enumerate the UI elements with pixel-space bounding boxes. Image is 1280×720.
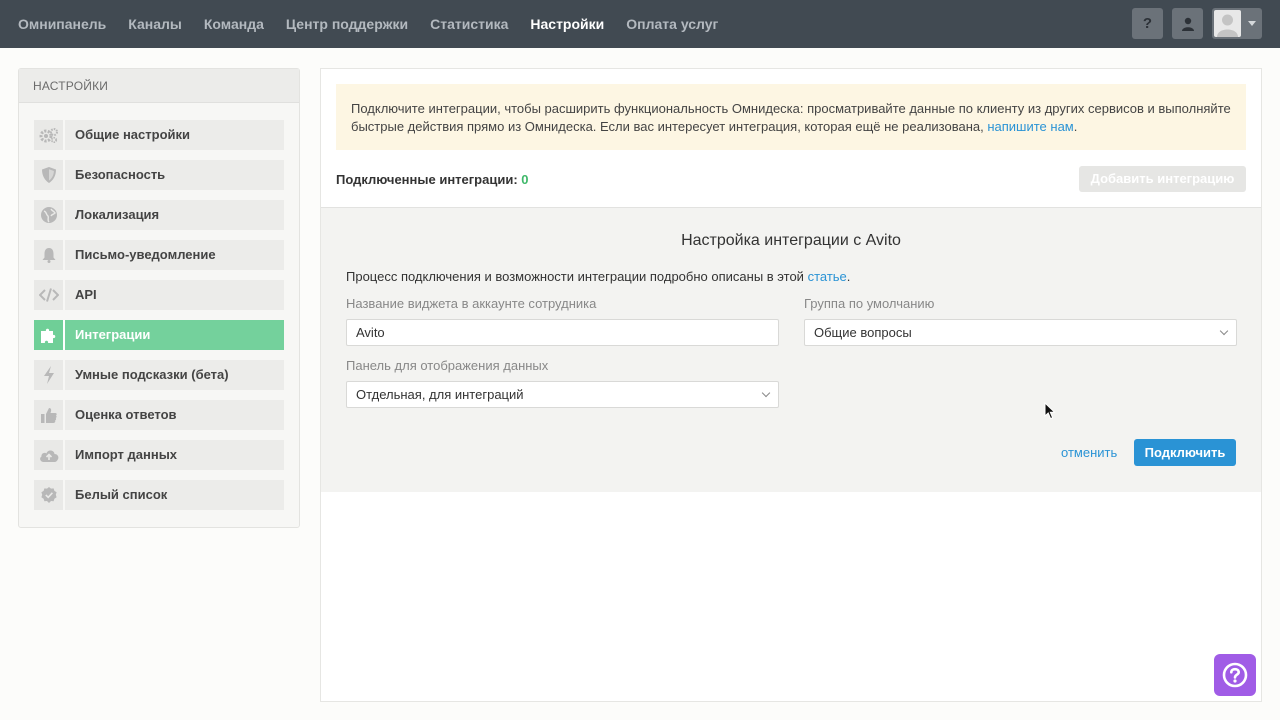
gears-icon bbox=[39, 128, 58, 143]
sidebar-item-security[interactable]: Безопасность bbox=[34, 160, 284, 190]
sidebar-item-notification-letter[interactable]: Письмо-уведомление bbox=[34, 240, 284, 270]
sidebar-item-label: API bbox=[65, 280, 284, 310]
sidebar-item-localization[interactable]: Локализация bbox=[34, 200, 284, 230]
thumbs-up-icon bbox=[40, 408, 57, 423]
sidebar-item-label: Интеграции bbox=[65, 320, 284, 350]
nav-omnipanel[interactable]: Омнипанель bbox=[18, 16, 106, 32]
cloud-upload-icon bbox=[39, 450, 58, 462]
write-to-us-link[interactable]: напишите нам bbox=[987, 119, 1073, 134]
add-integration-button[interactable]: Добавить интеграцию bbox=[1079, 166, 1246, 192]
cancel-link[interactable]: отменить bbox=[1061, 445, 1117, 460]
sidebar-item-data-import[interactable]: Импорт данных bbox=[34, 440, 284, 470]
settings-sidebar: Настройки Общие настройки Безопасность bbox=[18, 68, 300, 528]
sidebar-item-smart-hints[interactable]: Умные подсказки (бета) bbox=[34, 360, 284, 390]
help-button[interactable]: ? bbox=[1132, 8, 1163, 39]
nav-settings[interactable]: Настройки bbox=[530, 16, 604, 32]
form-desc-end: . bbox=[846, 269, 851, 284]
sidebar-title: Настройки bbox=[19, 69, 299, 103]
shield-icon bbox=[41, 167, 56, 183]
avatar-menu-button[interactable] bbox=[1212, 8, 1262, 39]
nav-channels[interactable]: Каналы bbox=[128, 16, 182, 32]
connected-label: Подключенные интеграции: bbox=[336, 172, 518, 187]
form-desc-text: Процесс подключения и возможности интегр… bbox=[346, 269, 808, 284]
connected-count: 0 bbox=[521, 172, 529, 187]
bell-icon bbox=[42, 248, 55, 263]
form-title: Настройка интеграции с Avito bbox=[681, 232, 901, 249]
data-panel-label: Панель для отображения данных bbox=[346, 358, 549, 373]
puzzle-icon bbox=[40, 328, 55, 343]
globe-icon bbox=[40, 207, 57, 223]
integrations-notice: Подключите интеграции, чтобы расширить ф… bbox=[336, 84, 1246, 150]
question-icon: ? bbox=[1142, 15, 1153, 32]
top-nav-bar: Омнипанель Каналы Команда Центр поддержк… bbox=[0, 0, 1280, 48]
nav-team[interactable]: Команда bbox=[204, 16, 264, 32]
profile-button[interactable] bbox=[1172, 8, 1203, 39]
help-chat-button[interactable] bbox=[1214, 654, 1256, 696]
avatar bbox=[1214, 10, 1241, 37]
sidebar-item-label: Белый список bbox=[65, 480, 284, 510]
article-link[interactable]: статье bbox=[808, 269, 847, 284]
chevron-down-icon bbox=[1248, 21, 1256, 26]
connected-integrations: Подключенные интеграции: 0 bbox=[336, 172, 529, 187]
lightning-icon bbox=[43, 366, 54, 384]
top-right-controls: ? bbox=[1123, 8, 1262, 39]
connect-button[interactable]: Подключить bbox=[1134, 439, 1236, 466]
mouse-cursor-icon bbox=[1044, 402, 1056, 420]
default-group-value: Общие вопросы bbox=[814, 325, 912, 340]
main-nav: Омнипанель Каналы Команда Центр поддержк… bbox=[18, 0, 740, 48]
check-badge-icon bbox=[40, 487, 57, 503]
sidebar-item-whitelist[interactable]: Белый список bbox=[34, 480, 284, 510]
sidebar-item-label: Импорт данных bbox=[65, 440, 284, 470]
default-group-select[interactable]: Общие вопросы bbox=[804, 319, 1237, 346]
code-icon bbox=[38, 288, 59, 302]
sidebar-item-label: Умные подсказки (бета) bbox=[65, 360, 284, 390]
sidebar-item-answer-rating[interactable]: Оценка ответов bbox=[34, 400, 284, 430]
sidebar-item-label: Оценка ответов bbox=[65, 400, 284, 430]
question-circle-icon bbox=[1222, 662, 1248, 688]
nav-billing[interactable]: Оплата услуг bbox=[626, 16, 718, 32]
notice-text: Подключите интеграции, чтобы расширить ф… bbox=[351, 101, 1231, 134]
user-icon bbox=[1181, 17, 1194, 31]
sidebar-item-general[interactable]: Общие настройки bbox=[34, 120, 284, 150]
sidebar-item-api[interactable]: API bbox=[34, 280, 284, 310]
default-group-label: Группа по умолчанию bbox=[804, 296, 935, 311]
nav-statistics[interactable]: Статистика bbox=[430, 16, 508, 32]
sidebar-item-label: Общие настройки bbox=[65, 120, 284, 150]
avito-integration-form: Настройка интеграции с Avito Процесс под… bbox=[321, 207, 1261, 492]
form-description: Процесс подключения и возможности интегр… bbox=[346, 269, 850, 284]
chevron-down-icon bbox=[761, 388, 771, 398]
integrations-content: Подключите интеграции, чтобы расширить ф… bbox=[320, 68, 1262, 702]
sidebar-item-integrations[interactable]: Интеграции bbox=[34, 320, 284, 350]
data-panel-value: Отдельная, для интеграций bbox=[356, 387, 524, 402]
settings-menu: Общие настройки Безопасность Локализация bbox=[34, 120, 284, 520]
nav-support-center[interactable]: Центр поддержки bbox=[286, 16, 408, 32]
avatar-user-icon bbox=[1217, 14, 1238, 37]
sidebar-item-label: Безопасность bbox=[65, 160, 284, 190]
sidebar-item-label: Письмо-уведомление bbox=[65, 240, 284, 270]
notice-end: . bbox=[1073, 119, 1078, 134]
chevron-down-icon bbox=[1219, 326, 1229, 336]
sidebar-item-label: Локализация bbox=[65, 200, 284, 230]
data-panel-select[interactable]: Отдельная, для интеграций bbox=[346, 381, 779, 408]
widget-name-input[interactable] bbox=[346, 319, 779, 346]
widget-name-label: Название виджета в аккаунте сотрудника bbox=[346, 296, 597, 311]
